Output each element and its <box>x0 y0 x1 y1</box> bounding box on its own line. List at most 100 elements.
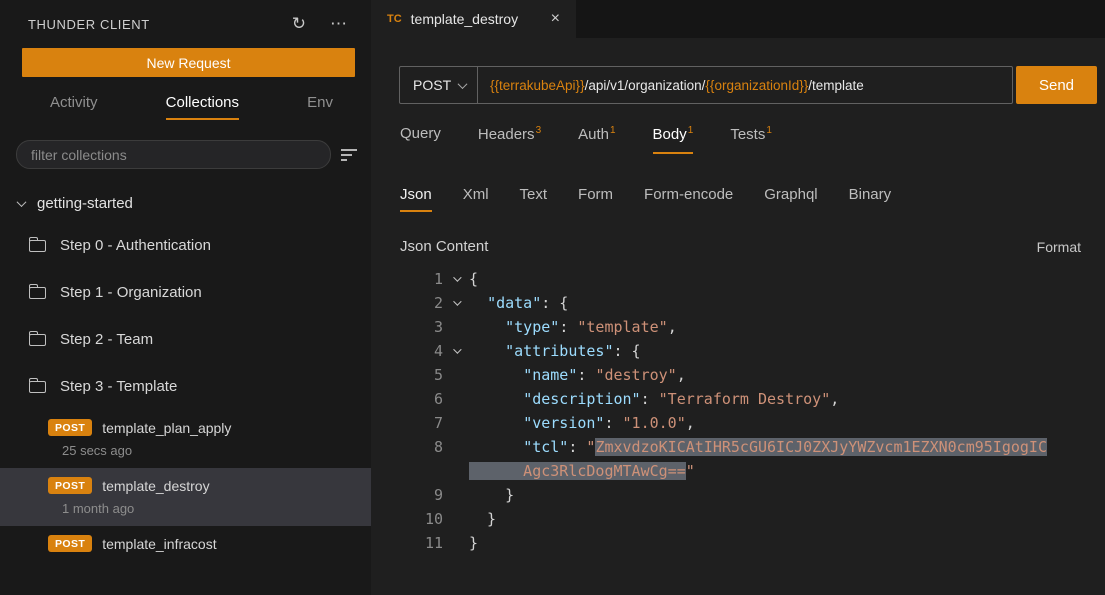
code-line[interactable]: 5 "name": "destroy", <box>371 363 1105 387</box>
filter-row <box>16 140 357 169</box>
code-text: "name": "destroy", <box>469 363 686 387</box>
app-title: THUNDER CLIENT <box>28 17 292 32</box>
code-line[interactable]: 4 "attributes": { <box>371 339 1105 363</box>
folder-label: Step 3 - Template <box>60 378 177 395</box>
code-text: "version": "1.0.0", <box>469 411 695 435</box>
tab-template-destroy[interactable]: TC template_destroy × <box>371 0 576 38</box>
fold-spacer <box>443 435 469 459</box>
json-content-header: Json Content Format <box>400 238 1081 255</box>
fold-spacer <box>443 459 469 483</box>
post-badge: POST <box>48 477 92 494</box>
request-template-plan-apply[interactable]: POST template_plan_apply 25 secs ago <box>0 410 371 468</box>
sidebar-tabs: Activity Collections Env <box>0 94 371 120</box>
tab-tests[interactable]: Tests1 <box>730 125 772 154</box>
thunder-client-tab-icon: TC <box>387 13 402 25</box>
tab-label: Auth <box>578 126 609 143</box>
post-badge: POST <box>48 535 92 552</box>
line-number: 4 <box>371 339 443 363</box>
fold-spacer <box>443 507 469 531</box>
fold-spacer <box>443 531 469 555</box>
request-title-row: POST template_plan_apply <box>48 419 371 436</box>
tab-label: Query <box>400 125 441 142</box>
tab-text[interactable]: Text <box>520 186 548 212</box>
code-line[interactable]: 1{ <box>371 267 1105 291</box>
request-template-destroy[interactable]: POST template_destroy 1 month ago <box>0 468 371 526</box>
tab-headers[interactable]: Headers3 <box>478 125 541 154</box>
request-tabs: Query Headers3 Auth1 Body1 Tests1 <box>400 125 1105 154</box>
request-time: 25 secs ago <box>62 443 371 458</box>
folder-step-1-organization[interactable]: Step 1 - Organization <box>0 269 371 316</box>
request-name: template_destroy <box>102 478 209 494</box>
tab-auth[interactable]: Auth1 <box>578 125 615 154</box>
folder-step-2-team[interactable]: Step 2 - Team <box>0 316 371 363</box>
fold-spacer <box>443 387 469 411</box>
tab-form-encode[interactable]: Form-encode <box>644 186 733 212</box>
tab-collections[interactable]: Collections <box>166 94 239 120</box>
sidebar: THUNDER CLIENT ↻ ⋯ New Request Activity … <box>0 0 371 595</box>
format-button[interactable]: Format <box>1037 239 1081 255</box>
line-number: 7 <box>371 411 443 435</box>
url-variable: {{organizationId}} <box>705 78 808 93</box>
sort-filter-icon[interactable] <box>341 149 357 161</box>
fold-chevron-icon[interactable] <box>443 339 469 363</box>
line-number: 2 <box>371 291 443 315</box>
editor-tabbar: TC template_destroy × <box>371 0 1105 38</box>
fold-chevron-icon[interactable] <box>443 267 469 291</box>
folder-step-0-authentication[interactable]: Step 0 - Authentication <box>0 222 371 269</box>
line-number: 11 <box>371 531 443 555</box>
code-line[interactable]: 6 "description": "Terraform Destroy", <box>371 387 1105 411</box>
main-panel: TC template_destroy × POST {{terrakubeAp… <box>371 0 1105 595</box>
code-editor[interactable]: 1{2 "data": {3 "type": "template",4 "att… <box>371 267 1105 555</box>
folder-step-3-template[interactable]: Step 3 - Template <box>0 363 371 410</box>
code-text: } <box>469 483 514 507</box>
code-text: "attributes": { <box>469 339 641 363</box>
line-number <box>371 459 443 483</box>
filter-collections-input[interactable] <box>16 140 331 169</box>
code-line[interactable]: 9 } <box>371 483 1105 507</box>
tab-xml[interactable]: Xml <box>463 186 489 212</box>
code-text: "description": "Terraform Destroy", <box>469 387 839 411</box>
tab-binary[interactable]: Binary <box>849 186 892 212</box>
request-title-row: POST template_infracost <box>48 535 371 552</box>
tab-json[interactable]: Json <box>400 186 432 212</box>
folder-icon <box>29 381 46 393</box>
post-badge: POST <box>48 419 92 436</box>
new-request-button[interactable]: New Request <box>22 48 355 77</box>
request-template-infracost[interactable]: POST template_infracost <box>0 526 371 562</box>
tab-label: Tests <box>730 126 765 143</box>
close-tab-icon[interactable]: × <box>551 10 560 28</box>
chevron-down-icon <box>458 79 468 89</box>
send-button[interactable]: Send <box>1016 66 1097 104</box>
more-actions-icon[interactable]: ⋯ <box>330 14 347 34</box>
fold-chevron-icon[interactable] <box>443 291 469 315</box>
collection-getting-started[interactable]: getting-started <box>0 195 371 212</box>
tab-env[interactable]: Env <box>307 94 333 120</box>
tab-body[interactable]: Body1 <box>653 125 694 154</box>
code-text: "tcl": "ZmxvdzoKICAtIHR5cGU6ICJ0ZXJyYWZv… <box>469 435 1047 459</box>
code-line[interactable]: Agc3RlcDogMTAwCg==" <box>371 459 1105 483</box>
method-select[interactable]: POST <box>399 66 478 104</box>
url-path: /api/v1/organization/ <box>585 78 706 93</box>
code-text: "type": "template", <box>469 315 677 339</box>
tab-count-badge: 1 <box>688 125 694 136</box>
request-bar: POST {{terrakubeApi}}/api/v1/organizatio… <box>399 66 1097 104</box>
tab-form[interactable]: Form <box>578 186 613 212</box>
code-line[interactable]: 2 "data": { <box>371 291 1105 315</box>
tab-query[interactable]: Query <box>400 125 441 154</box>
code-line[interactable]: 10 } <box>371 507 1105 531</box>
tab-label: Headers <box>478 126 535 143</box>
code-line[interactable]: 8 "tcl": "ZmxvdzoKICAtIHR5cGU6ICJ0ZXJyYW… <box>371 435 1105 459</box>
tab-graphql[interactable]: Graphql <box>764 186 817 212</box>
line-number: 10 <box>371 507 443 531</box>
code-line[interactable]: 11} <box>371 531 1105 555</box>
url-variable: {{terrakubeApi}} <box>490 78 585 93</box>
fold-spacer <box>443 483 469 507</box>
code-text: { <box>469 267 478 291</box>
code-line[interactable]: 7 "version": "1.0.0", <box>371 411 1105 435</box>
refresh-icon[interactable]: ↻ <box>292 14 306 34</box>
fold-spacer <box>443 411 469 435</box>
url-input[interactable]: {{terrakubeApi}}/api/v1/organization/{{o… <box>478 66 1013 104</box>
tab-activity[interactable]: Activity <box>50 94 98 120</box>
code-line[interactable]: 3 "type": "template", <box>371 315 1105 339</box>
folder-label: Step 0 - Authentication <box>60 237 211 254</box>
